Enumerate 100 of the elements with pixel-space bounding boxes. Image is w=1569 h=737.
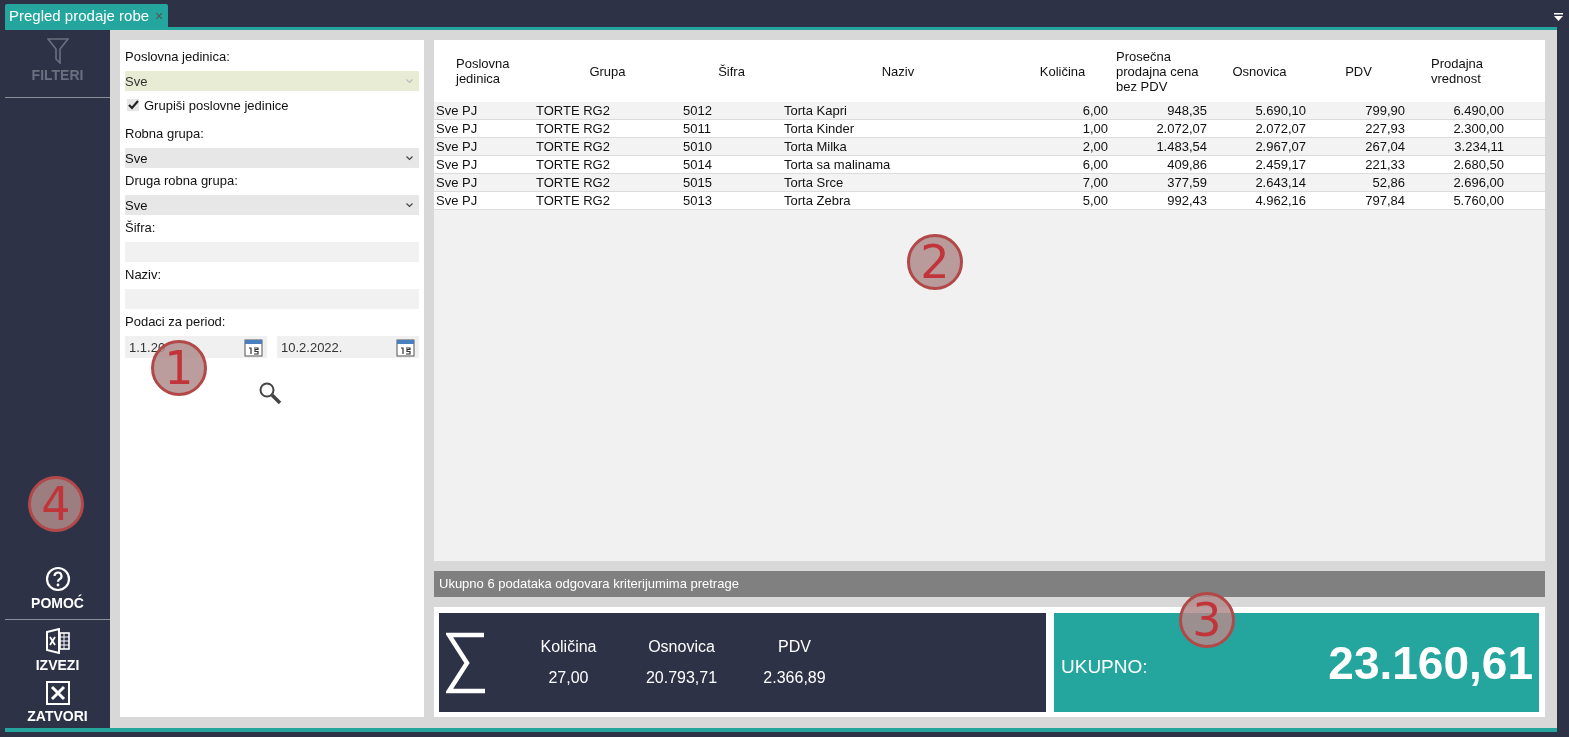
table-cell-text: 2.643,14	[1254, 174, 1307, 191]
field-label: Šifra:	[125, 219, 157, 236]
sigma-icon	[446, 630, 486, 695]
table-row[interactable]: Sve PJ TORTE RG2 5014 Torta sa malinama 6,00 409,86 2.459,17 221,33 2.680,50	[434, 156, 1545, 174]
table-cell-text: 221,33	[1364, 156, 1406, 173]
column-header[interactable]: Prodajna vrednost	[1408, 56, 1507, 86]
table-cell-text: 5015	[682, 174, 713, 191]
table-cell-text: Sve PJ	[435, 138, 479, 155]
table-cell-text: 4.962,16	[1254, 192, 1307, 209]
table-cell-text: 5011	[682, 120, 712, 137]
table-cell-text: Sve PJ	[435, 192, 479, 209]
export-button[interactable]: IZVEZI	[5, 624, 110, 677]
total-value: 2.366,89	[763, 669, 826, 687]
table-cell-text: 992,43	[1166, 192, 1208, 209]
table-cell-text: Torta Srce	[783, 174, 845, 191]
field-label: Naziv:	[125, 266, 163, 283]
total-label: Osnovica	[648, 638, 715, 656]
table-cell-text: TORTE RG2	[535, 138, 611, 155]
grand-total-value: 23.160,61	[1328, 635, 1533, 690]
grand-total-label: UKUPNO:	[1061, 655, 1148, 678]
table-cell-text: TORTE RG2	[535, 192, 611, 209]
table-cell-text: 799,90	[1364, 102, 1406, 119]
calendar-icon[interactable]	[244, 337, 263, 357]
close-icon[interactable]	[45, 681, 70, 705]
close-button[interactable]: ZATVORI	[5, 677, 110, 728]
table-cell-text: 5010	[682, 138, 713, 155]
table-cell-text: 5.690,10	[1254, 102, 1307, 119]
table-cell-text: 5014	[682, 156, 713, 173]
dropdown[interactable]: Sve	[125, 148, 419, 168]
table-cell-text: 2,00	[1081, 138, 1109, 155]
help-icon[interactable]	[44, 566, 71, 592]
table-cell-text: TORTE RG2	[535, 156, 611, 173]
table-cell-text: Sve PJ	[435, 120, 479, 137]
column-header[interactable]: Prosečna prodajna cena bez PDV	[1111, 48, 1210, 94]
table-cell-text: Torta Milka	[783, 138, 848, 155]
table-cell-text: 2.967,07	[1254, 138, 1307, 155]
total-value: 20.793,71	[645, 669, 718, 687]
column-header[interactable]: Osnovica	[1210, 63, 1309, 79]
table-cell-text: Torta Zebra	[783, 192, 852, 209]
table-cell-text: 5,00	[1081, 192, 1109, 209]
checkbox-label: Grupiši poslovne jedinice	[144, 97, 289, 113]
table-cell-text: 6.490,00	[1452, 102, 1505, 119]
table-cell-text: 2.696,00	[1452, 174, 1505, 191]
spreadsheet-icon[interactable]	[44, 628, 71, 654]
table-cell-text: 267,04	[1364, 138, 1406, 155]
table-cell-text: 1,00	[1081, 120, 1109, 137]
table-cell-text: Sve PJ	[435, 102, 479, 119]
table-row[interactable]: Sve PJ TORTE RG2 5013 Torta Zebra 5,00 992,43 4.962,16 797,84 5.760,00	[434, 192, 1545, 210]
field-label: Robna grupa:	[125, 125, 205, 142]
table-cell-text: 227,93	[1364, 120, 1406, 137]
table-cell-text: 409,86	[1166, 156, 1208, 173]
table-cell-text: Torta sa malinama	[783, 156, 892, 173]
table-cell-text: 6,00	[1081, 102, 1109, 119]
calendar-icon[interactable]	[396, 337, 415, 357]
chevron-icon[interactable]	[406, 202, 413, 208]
table-cell-text: 797,84	[1364, 192, 1406, 209]
date-field[interactable]: 10.2.2022.	[277, 336, 419, 358]
total-label: PDV	[778, 638, 811, 656]
table-cell-text: 2.300,00	[1452, 120, 1505, 137]
total-value: 27,00	[548, 669, 589, 687]
table-cell-text: 5.760,00	[1452, 192, 1505, 209]
column-header[interactable]: PDV	[1309, 63, 1408, 79]
table-cell-text: Torta Kinder	[783, 120, 856, 137]
table-row[interactable]: Sve PJ TORTE RG2 5011 Torta Kinder 1,00 2.072,07 2.072,07 227,93 2.300,00	[434, 120, 1545, 138]
table-cell-text: 7,00	[1081, 174, 1109, 191]
table-cell-text: 5012	[682, 102, 713, 119]
table-cell-text: 52,86	[1371, 174, 1406, 191]
table-cell-text: Torta Kapri	[783, 102, 848, 119]
table-cell-text: TORTE RG2	[535, 174, 611, 191]
table-cell-text: 6,00	[1081, 156, 1109, 173]
table-cell-text: 2.072,07	[1155, 120, 1208, 137]
total-label: Količina	[540, 638, 597, 656]
caret-icon[interactable]	[1554, 12, 1563, 21]
table-cell-text: 948,35	[1166, 102, 1208, 119]
table-cell-text: Sve PJ	[435, 174, 479, 191]
column-header[interactable]: Količina	[1014, 63, 1111, 79]
table-cell-text: 3.234,11	[1453, 138, 1505, 155]
search-icon[interactable]	[258, 381, 282, 405]
chevron-icon[interactable]	[406, 155, 413, 161]
column-header[interactable]: Šifra	[681, 63, 782, 79]
field-label: Druga robna grupa:	[125, 172, 239, 189]
column-header[interactable]: Poslovna jedinica	[434, 56, 534, 86]
field-label: Poslovna jedinica:	[125, 48, 231, 65]
column-header[interactable]: Grupa	[534, 63, 681, 79]
dropdown[interactable]: Sve	[125, 195, 419, 215]
table-cell-text: 377,59	[1166, 174, 1208, 191]
table-cell-text: 1.483,54	[1155, 138, 1208, 155]
checkbox[interactable]	[127, 99, 139, 111]
table-cell-text: TORTE RG2	[535, 120, 611, 137]
table-cell-text: 5013	[682, 192, 713, 209]
table-cell-text: TORTE RG2	[535, 102, 611, 119]
field-label: Podaci za period:	[125, 313, 227, 330]
status-bar: Ukupno 6 podataka odgovara kriterijumima pretrage	[434, 571, 1545, 597]
table-cell-text: 2.072,07	[1254, 120, 1307, 137]
table-cell-text: Sve PJ	[435, 156, 479, 173]
callout: 4	[28, 476, 84, 532]
table-cell-text: 2.459,17	[1254, 156, 1307, 173]
column-header[interactable]: Naziv	[782, 63, 1014, 79]
table-cell-text: 2.680,50	[1452, 156, 1505, 173]
help-button[interactable]: POMOĆ	[5, 562, 110, 615]
